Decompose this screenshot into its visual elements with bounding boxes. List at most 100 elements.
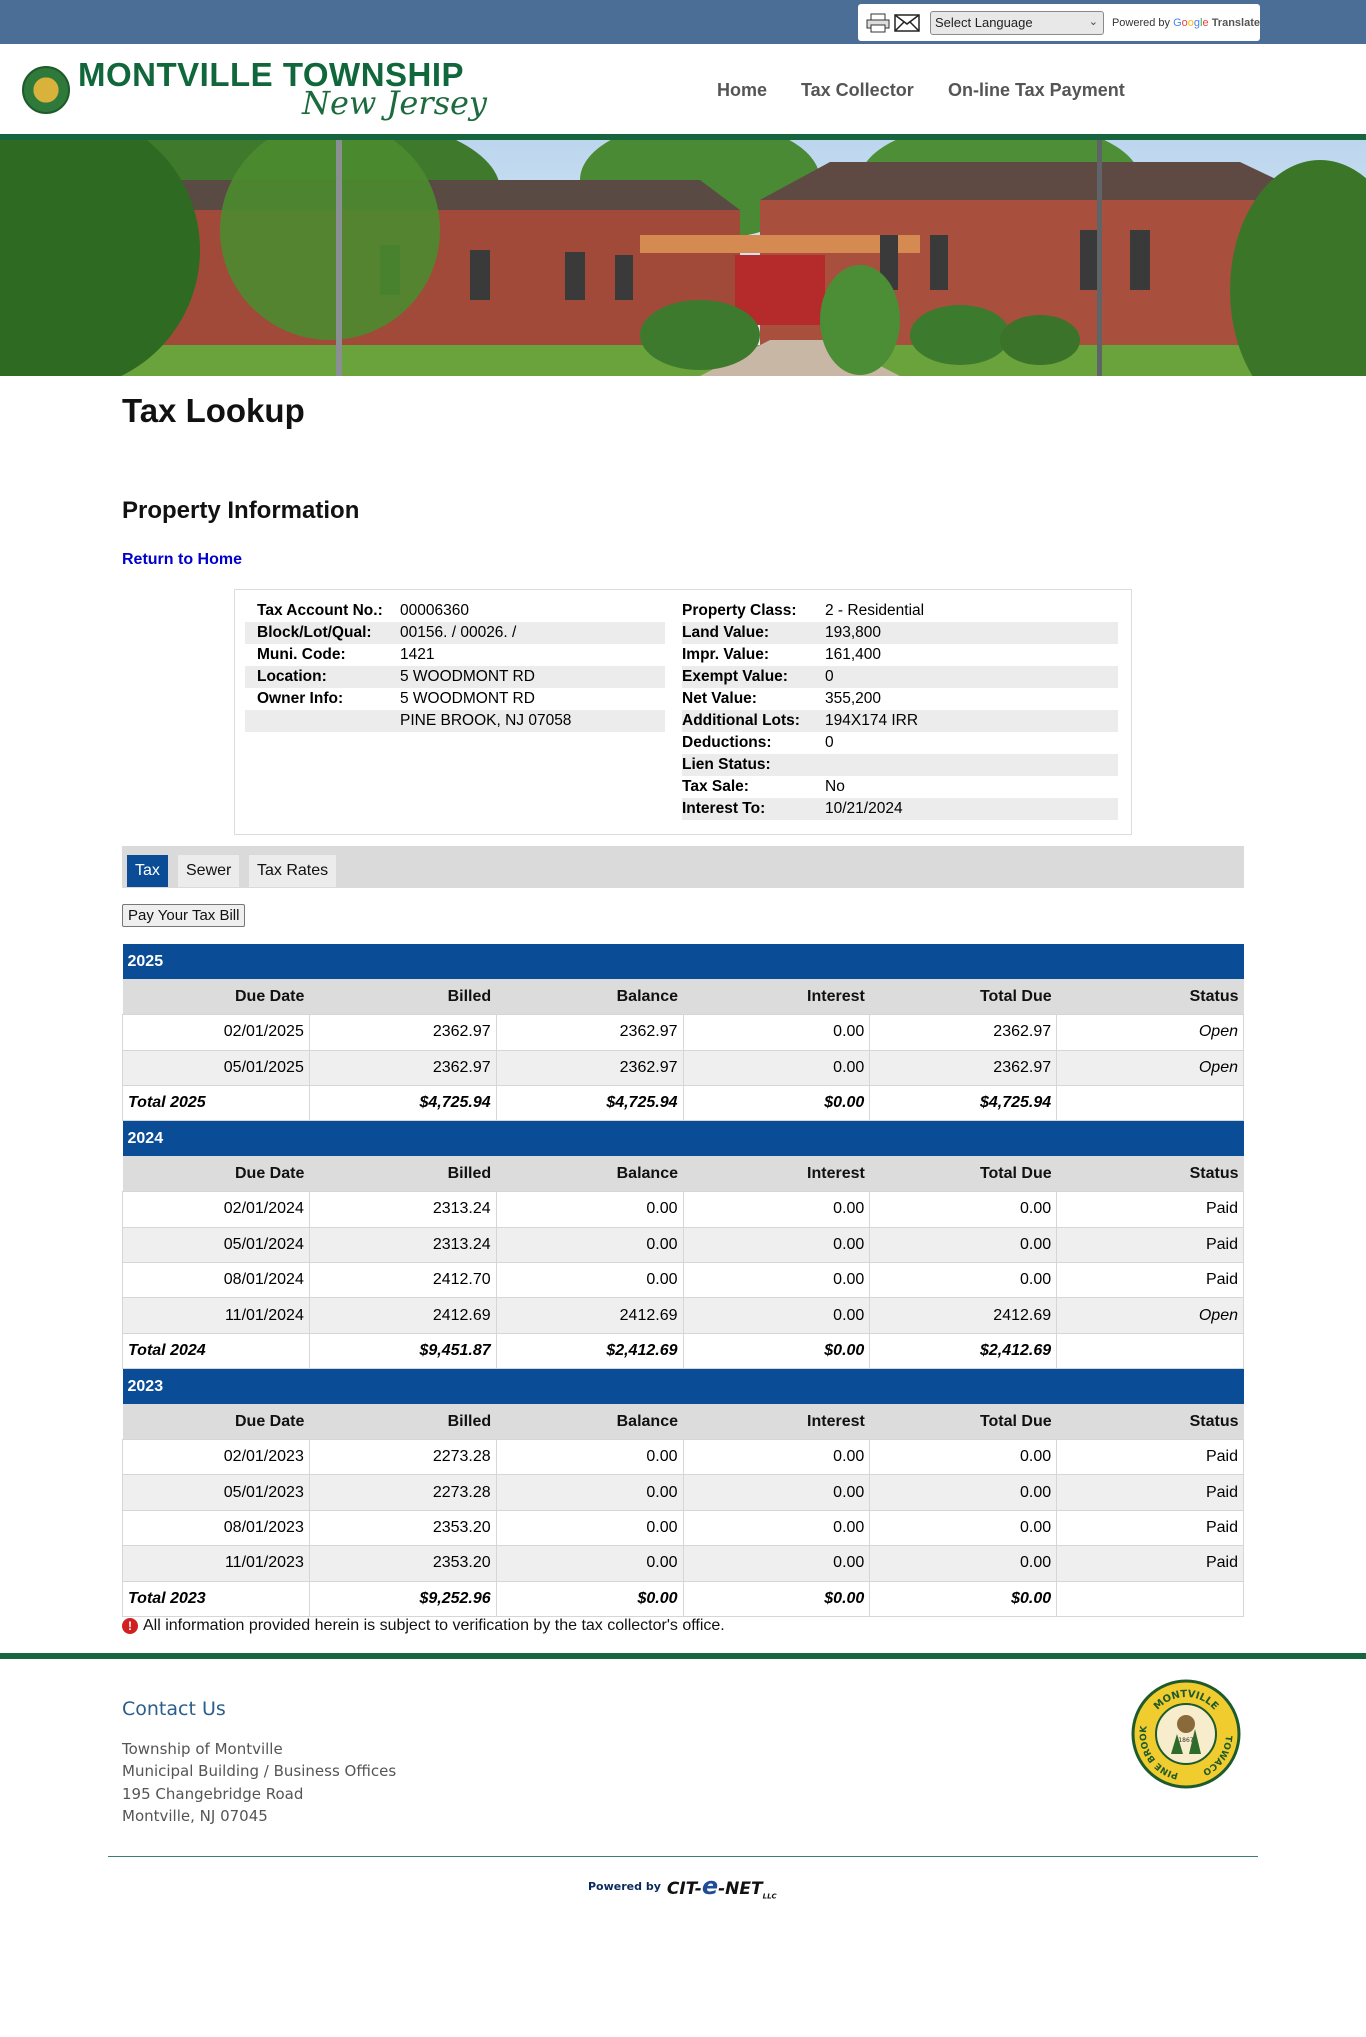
field-value: 0 [825,668,834,685]
logo-subtitle: New Jersey [302,84,487,122]
table-cell: 0.00 [682,1545,871,1582]
field-label: Exempt Value: [682,668,788,685]
brand-part: LLC [762,1892,777,1901]
table-cell: 2412.69 [308,1297,497,1334]
table-cell: 0.00 [682,1262,871,1299]
table-row: 05/01/2025 2362.97 2362.97 0.00 2362.97 Open [122,1049,1244,1087]
field-label: Deductions: [682,734,772,751]
table-cell: 0.00 [682,1191,871,1228]
total-cell: $0.00 [869,1580,1058,1617]
column-header: Total Due [869,1156,1057,1192]
table-cell: 2362.97 [869,1014,1058,1051]
table-cell: 2362.97 [308,1014,497,1051]
field-label: Additional Lots: [682,712,800,729]
tax-history-table: 2025 Due Date Billed Balance Interest Total D… [122,944,1244,1617]
table-cell: 0.00 [495,1509,684,1547]
total-cell: $9,451.87 [308,1332,497,1370]
property-field: Additional Lots: 194X174 IRR [682,710,1118,732]
column-header: Due Date [122,1156,310,1192]
pay-tax-bill-button[interactable]: Pay Your Tax Bill [122,904,246,927]
powered-by-citenet[interactable]: Powered by CIT-e-NETLLC [588,1872,777,1900]
year-header-row: 2025 [122,944,1244,980]
google-letter: e [1202,16,1209,29]
column-header: Balance [496,979,683,1015]
column-header: Interest [683,1156,870,1192]
table-row: 05/01/2023 2273.28 0.00 0.00 0.00 Paid [122,1474,1244,1511]
email-icon[interactable] [894,12,920,34]
page-title: Tax Lookup [122,392,305,429]
table-cell: Paid [1056,1438,1244,1476]
column-header: Due Date [122,1404,310,1440]
table-cell: 08/01/2024 [122,1262,310,1299]
property-field: Tax Sale: No [682,776,1118,798]
table-cell: 0.00 [869,1474,1058,1511]
property-field: Net Value: 355,200 [682,688,1118,710]
property-field: Owner Info: 5 WOODMONT RD [245,688,665,710]
nav-tax-collector[interactable]: Tax Collector [801,80,914,101]
table-cell: 2362.97 [495,1014,684,1051]
tab-tax-rates[interactable]: Tax Rates [249,855,337,887]
tab-sewer[interactable]: Sewer [178,855,240,887]
field-value: 161,400 [825,646,882,663]
table-row: 02/01/2025 2362.97 2362.97 0.00 2362.97 Open [122,1014,1244,1051]
column-header: Billed [309,1404,497,1440]
total-cell: $2,412.69 [495,1332,684,1370]
top-bar: Select Language ⌄ Powered by Google Tran… [0,0,1366,44]
table-cell: Open [1056,1297,1244,1334]
table-cell: 0.00 [869,1438,1058,1476]
translate-link[interactable]: Translate [1212,17,1260,29]
field-label: Owner Info: [257,690,344,707]
table-cell: 0.00 [495,1545,684,1582]
table-cell: Open [1056,1014,1244,1051]
return-to-home-link[interactable]: Return to Home [122,551,242,569]
property-field: Lien Status: [682,754,1118,776]
table-cell: 2362.97 [308,1049,497,1087]
print-icon[interactable] [866,12,890,34]
seal-year: 1867 [1178,1737,1193,1744]
total-cell: $0.00 [682,1085,871,1122]
address-line: Montville, NJ 07045 [122,1807,268,1825]
field-value: 193,800 [825,624,882,641]
table-cell: Paid [1056,1509,1244,1547]
address-line: 195 Changebridge Road [122,1785,304,1803]
table-cell: 2273.28 [308,1438,497,1476]
field-label: Land Value: [682,624,769,641]
column-header: Status [1056,1156,1244,1192]
year-label: 2023 [122,1368,1244,1405]
language-select[interactable]: Select Language ⌄ [930,10,1104,35]
tab-tax[interactable]: Tax [127,855,168,887]
column-header-row: Due Date Billed Balance Interest Total Due St… [122,979,1244,1015]
field-value: 00156. / 00026. / [400,624,517,641]
field-value: No [825,778,845,795]
table-cell: 0.00 [495,1474,684,1511]
table-row: 11/01/2024 2412.69 2412.69 0.00 2412.69 Open [122,1297,1244,1334]
property-field: Muni. Code: 1421 [245,644,665,666]
table-row: 11/01/2023 2353.20 0.00 0.00 0.00 Paid [122,1545,1244,1582]
table-cell: 2412.70 [308,1262,497,1299]
field-value: 2 - Residential [825,602,925,619]
total-cell: $2,412.69 [869,1332,1058,1370]
field-label: Net Value: [682,690,757,707]
disclaimer-text: All information provided herein is subje… [143,1617,725,1634]
table-cell: 11/01/2023 [122,1545,310,1582]
field-value: 5 WOODMONT RD [400,668,535,685]
table-cell: 0.00 [682,1049,871,1087]
tab-bar: Tax Sewer Tax Rates [122,846,1244,888]
nav-home[interactable]: Home [717,80,767,101]
table-cell: 2273.28 [308,1474,497,1511]
table-cell: 0.00 [682,1014,871,1051]
table-cell: 0.00 [682,1509,871,1547]
township-seal-icon[interactable] [22,66,70,114]
field-label: Muni. Code: [257,646,346,663]
total-cell [1056,1085,1244,1122]
field-value: PINE BROOK, NJ 07058 [400,712,572,729]
total-cell: Total 2025 [122,1085,310,1122]
table-cell: 0.00 [495,1262,684,1299]
table-cell: 05/01/2024 [122,1226,310,1264]
table-cell: 0.00 [869,1226,1058,1264]
total-cell: $4,725.94 [495,1085,684,1122]
total-cell: $0.00 [495,1580,684,1617]
column-header: Balance [496,1404,683,1440]
nav-online-tax-payment[interactable]: On-line Tax Payment [948,80,1125,101]
table-cell: 0.00 [682,1297,871,1334]
